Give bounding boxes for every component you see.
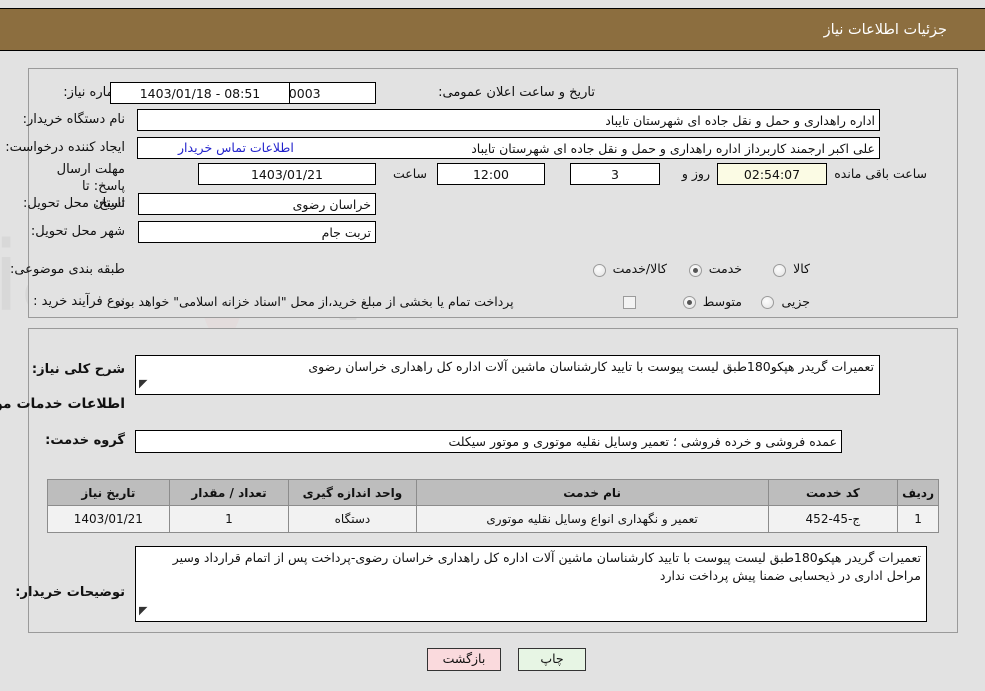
cell-quantity: 1	[168, 505, 290, 533]
general-desc-textarea[interactable]: تعمیرات گریدر هپکو180طبق لیست پیوست با ت…	[135, 355, 880, 395]
treasury-checkbox[interactable]	[623, 296, 636, 309]
cell-service-name: تعمیر و نگهداری انواع وسایل نقلیه موتوری	[415, 505, 769, 533]
province-value: خراسان رضوی	[138, 193, 376, 215]
col-service-name: نام خدمت	[415, 479, 769, 506]
col-unit: واحد اندازه گیری	[288, 479, 417, 506]
cell-need-date: 1403/01/21	[47, 505, 170, 533]
creator-label: ایجاد کننده درخواست:	[5, 140, 125, 155]
services-table: ردیف کد خدمت نام خدمت واحد اندازه گیری ت…	[47, 479, 939, 533]
resize-grip-icon[interactable]: ◤	[139, 375, 147, 393]
table-row: 1 ج-45-452 تعمیر و نگهداری انواع وسایل ن…	[47, 505, 939, 533]
resize-grip-icon-2[interactable]: ◤	[139, 602, 147, 620]
buyer-notes-label: توضیحات خریدار:	[15, 585, 125, 600]
col-quantity: تعداد / مقدار	[168, 479, 290, 506]
province-label: استان محل تحویل:	[23, 196, 125, 211]
deadline-date-value: 1403/01/21	[198, 163, 376, 185]
purchase-type-radio-1[interactable]	[682, 296, 696, 309]
category-radio-2[interactable]	[592, 264, 606, 277]
city-label: شهر محل تحویل:	[30, 224, 125, 239]
remaining-time-value: 02:54:07	[717, 163, 827, 185]
services-section-heading: اطلاعات خدمات مورد نیاز	[0, 396, 125, 412]
purchase-type-option-0-label: جزیی	[781, 294, 810, 309]
page-root: riaTender .net جزئیات اطلاعات نیاز شماره…	[0, 0, 985, 691]
buyer-org-label: نام دستگاه خریدار:	[22, 112, 125, 127]
deadline-hour-value: 12:00	[437, 163, 545, 185]
category-option-2-label: کالا/خدمت	[612, 261, 667, 276]
print-button[interactable]: چاپ	[518, 648, 586, 671]
cell-row-no: 1	[897, 505, 939, 533]
remaining-suffix-label: ساعت باقی مانده	[834, 166, 927, 181]
col-service-code: کد خدمت	[767, 479, 899, 506]
category-radio-1[interactable]	[688, 264, 702, 277]
purchase-type-label: نوع فرآیند خرید :	[33, 294, 125, 309]
category-label: طبقه بندی موضوعی:	[9, 262, 125, 277]
category-option-0-label: کالا	[793, 261, 810, 276]
buyer-notes-value: تعمیرات گریدر هپکو180طبق لیست پیوست با ت…	[172, 550, 921, 583]
col-need-date: تاریخ نیاز	[47, 479, 170, 506]
general-desc-value: تعمیرات گریدر هپکو180طبق لیست پیوست با ت…	[308, 359, 874, 374]
buyer-contact-link[interactable]: اطلاعات تماس خریدار	[178, 140, 294, 155]
buyer-notes-textarea[interactable]: تعمیرات گریدر هپکو180طبق لیست پیوست با ت…	[135, 546, 927, 622]
table-header-row: ردیف کد خدمت نام خدمت واحد اندازه گیری ت…	[47, 479, 939, 506]
back-button[interactable]: بازگشت	[427, 648, 501, 671]
purchase-type-option-1-label: متوسط	[702, 294, 742, 309]
buyer-org-value: اداره راهداری و حمل و نقل جاده ای شهرستا…	[137, 109, 880, 131]
deadline-hour-label: ساعت	[392, 166, 427, 181]
header-bar: جزئیات اطلاعات نیاز	[0, 8, 985, 51]
category-option-1-label: خدمت	[708, 261, 742, 276]
treasury-note-label: پرداخت تمام یا بخشی از مبلغ خرید،از محل …	[115, 294, 514, 309]
page-title: جزئیات اطلاعات نیاز	[823, 21, 947, 38]
service-group-value: عمده فروشی و خرده فروشی ؛ تعمیر وسایل نق…	[135, 430, 842, 453]
cell-unit: دستگاه	[288, 505, 417, 533]
announce-datetime-label: تاریخ و ساعت اعلان عمومی:	[438, 85, 595, 100]
city-value: تربت جام	[138, 221, 376, 243]
remaining-days-value: 3	[570, 163, 660, 185]
general-desc-label: شرح کلی نیاز:	[31, 362, 125, 377]
announce-datetime-value: 08:51 - 1403/01/18	[110, 82, 290, 104]
col-row-no: ردیف	[897, 479, 939, 506]
cell-service-code: ج-45-452	[767, 505, 899, 533]
service-group-label: گروه خدمت:	[45, 433, 125, 448]
remaining-days-separator: روز و	[681, 166, 710, 181]
